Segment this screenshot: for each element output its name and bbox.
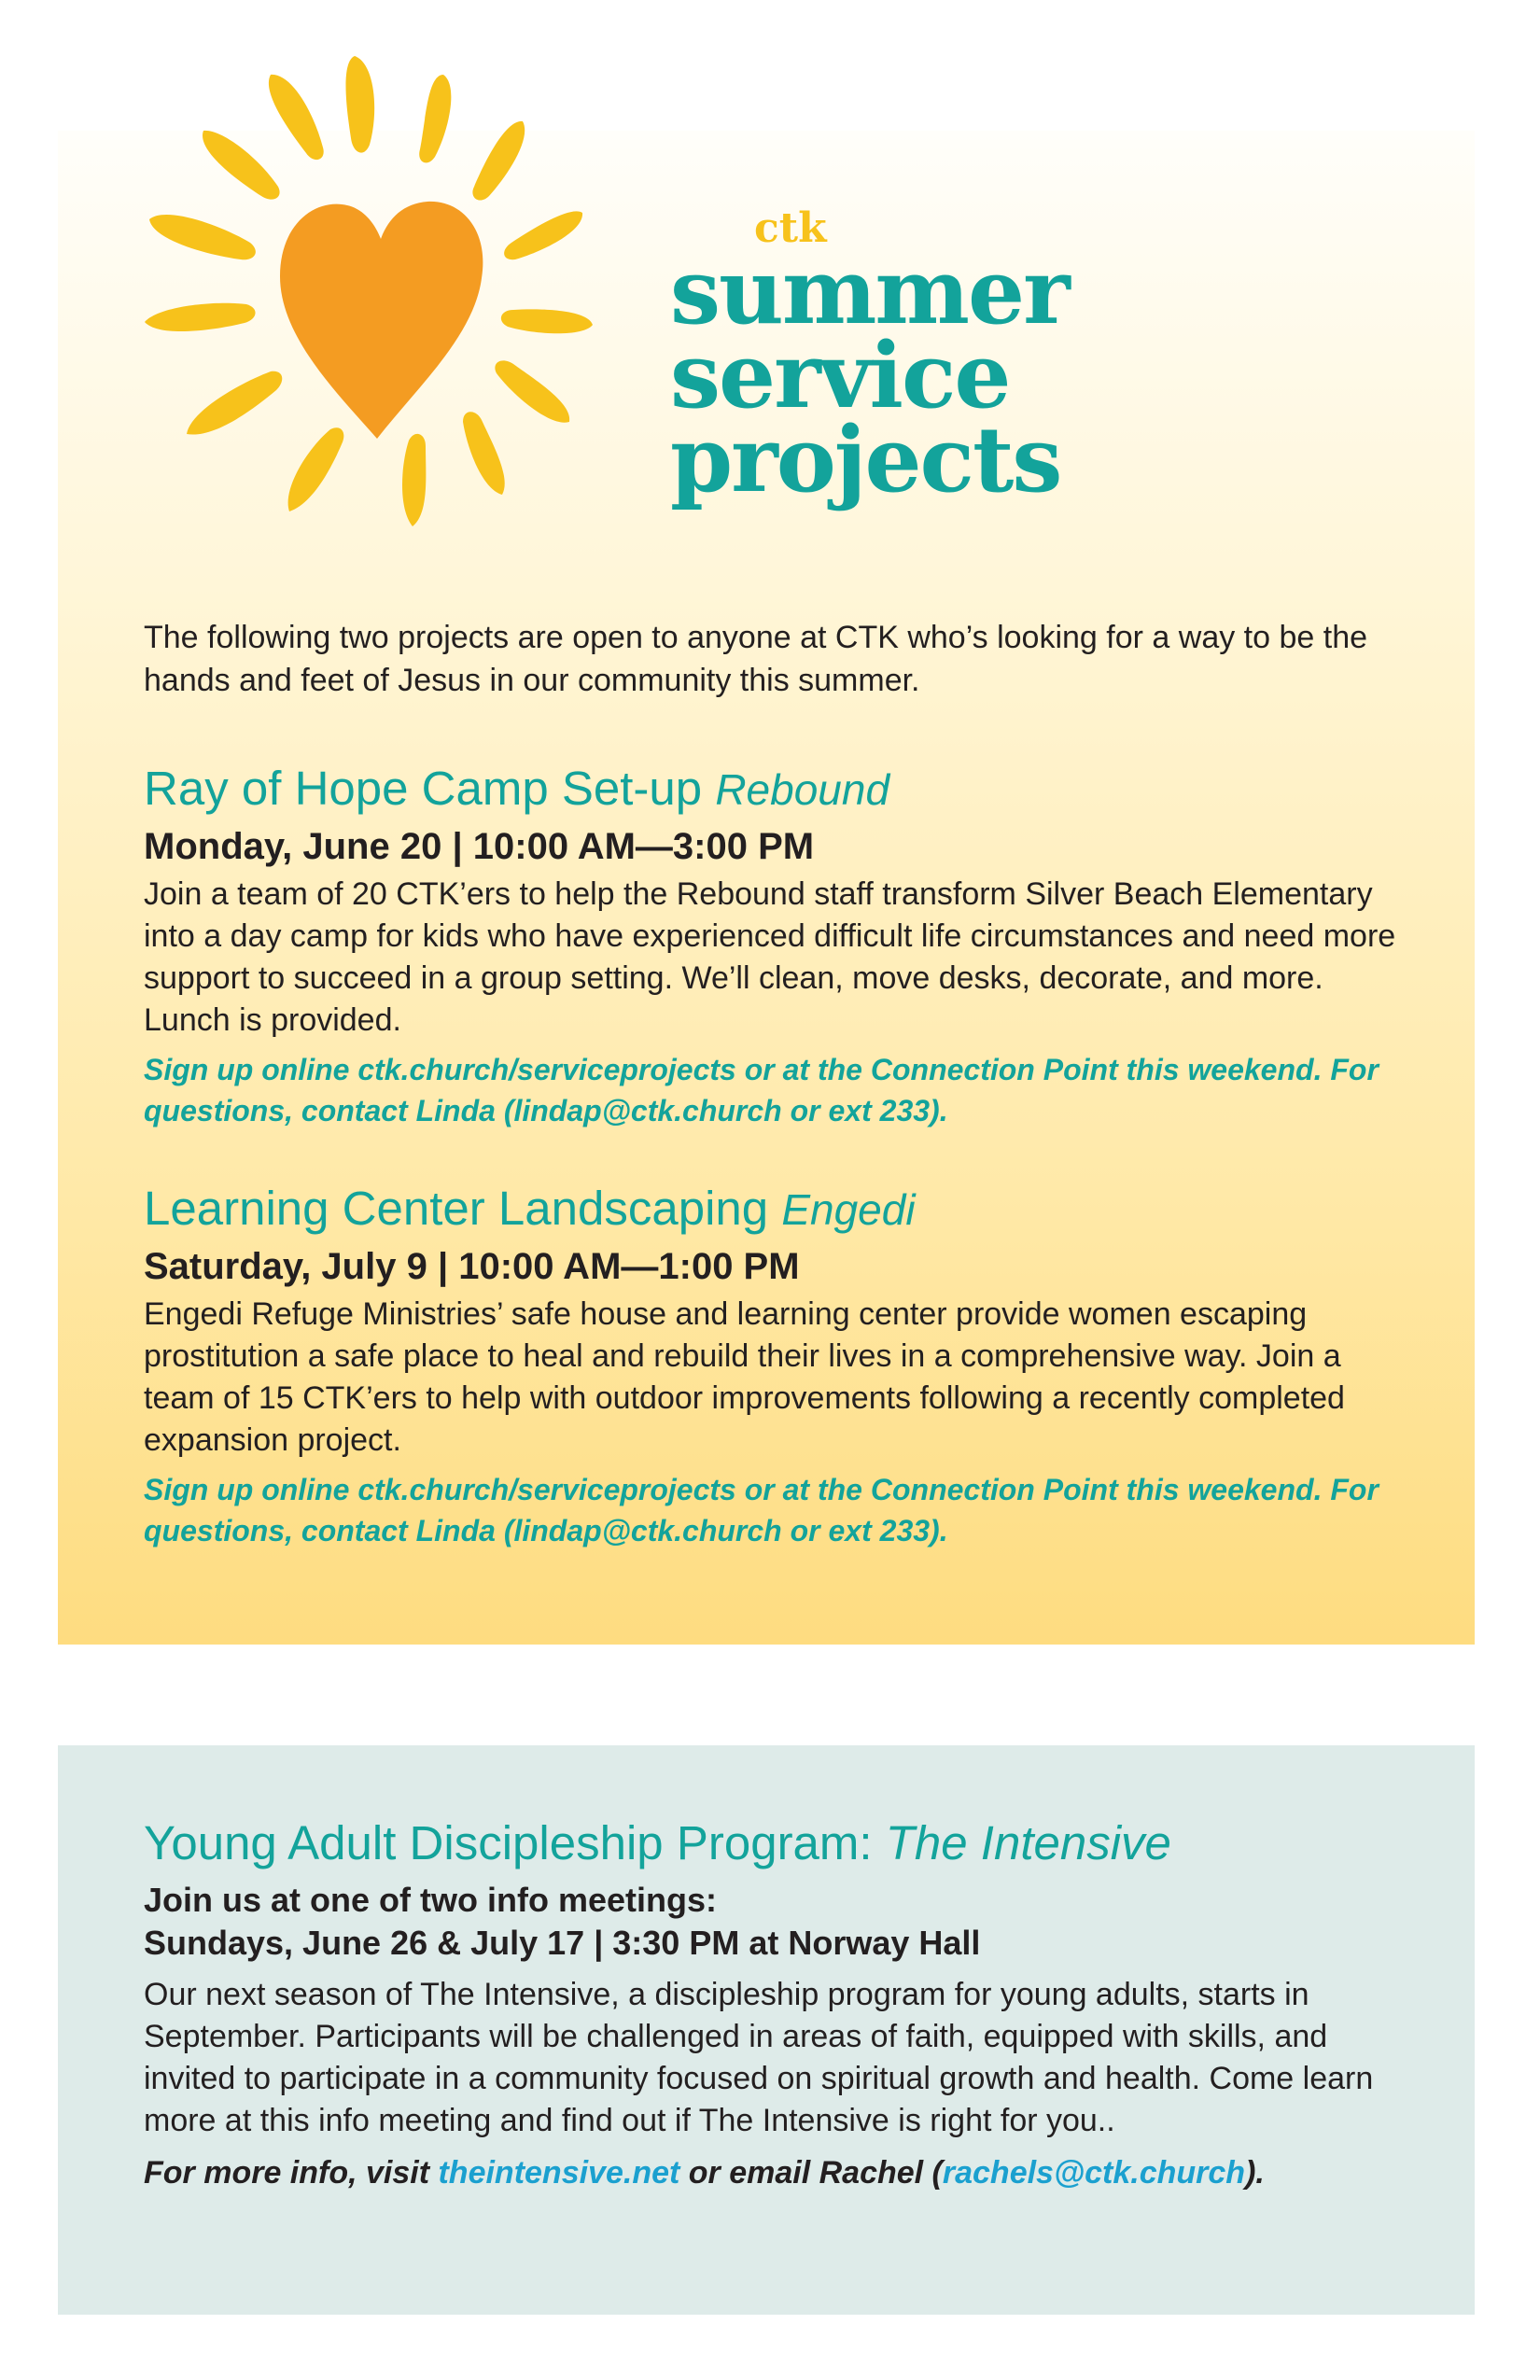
title-line: service [670, 323, 1011, 428]
project-description: Join a team of 20 CTK’ers to help the Re… [144, 876, 1396, 1038]
more-info-prefix: For more info, visit [144, 2155, 439, 2191]
meeting-intro: Join us at one of two info meetings: [144, 1881, 718, 1919]
more-info-suffix: ). [1245, 2155, 1265, 2191]
project-signup-info: Sign up online ctk.church/serviceproject… [144, 1473, 1379, 1547]
project-section: Ray of Hope Camp Set-up Rebound Monday, … [144, 761, 1413, 1131]
project-section: Learning Center Landscaping Engedi Satur… [144, 1181, 1413, 1551]
website-link[interactable]: theintensive.net [438, 2155, 679, 2191]
project-title: Learning Center Landscaping Engedi [144, 1181, 1413, 1238]
intro-paragraph: The following two projects are open to a… [144, 620, 1368, 698]
project-name: Learning Center Landscaping [144, 1182, 769, 1235]
program-subtitle: The Intensive [885, 1816, 1171, 1869]
project-organization: Engedi [781, 1185, 916, 1234]
program-description: Our next season of The Intensive, a disc… [144, 1977, 1374, 2138]
meeting-info: Join us at one of two info meetings: Sun… [144, 1879, 1413, 1965]
more-info-middle: or email Rachel ( [679, 2155, 943, 2191]
page-title: summer service projects [670, 239, 1193, 512]
title-line: summer [670, 239, 1071, 344]
brand-title-block: ctk summer service projects [670, 207, 1193, 512]
project-description: Engedi Refuge Ministries’ safe house and… [144, 1296, 1345, 1458]
young-adult-section: Young Adult Discipleship Program: The In… [144, 1815, 1413, 2194]
project-name: Ray of Hope Camp Set-up [144, 762, 703, 815]
project-organization: Rebound [715, 765, 890, 814]
title-line: projects [670, 407, 1062, 512]
program-name: Young Adult Discipleship Program: [144, 1816, 873, 1869]
project-signup-info: Sign up online ctk.church/serviceproject… [144, 1053, 1379, 1127]
project-title: Ray of Hope Camp Set-up Rebound [144, 761, 1413, 818]
project-date: Monday, June 20 | 10:00 AM—3:00 PM [144, 826, 815, 867]
program-title: Young Adult Discipleship Program: The In… [144, 1815, 1413, 1871]
sun-heart-icon [145, 56, 593, 526]
email-link[interactable]: rachels@ctk.church [943, 2155, 1245, 2191]
meeting-dates: Sundays, June 26 & July 17 | 3:30 PM at … [144, 1924, 981, 1962]
project-date: Saturday, July 9 | 10:00 AM—1:00 PM [144, 1246, 800, 1287]
more-info-line: For more info, visit theintensive.net or… [144, 2151, 1413, 2194]
